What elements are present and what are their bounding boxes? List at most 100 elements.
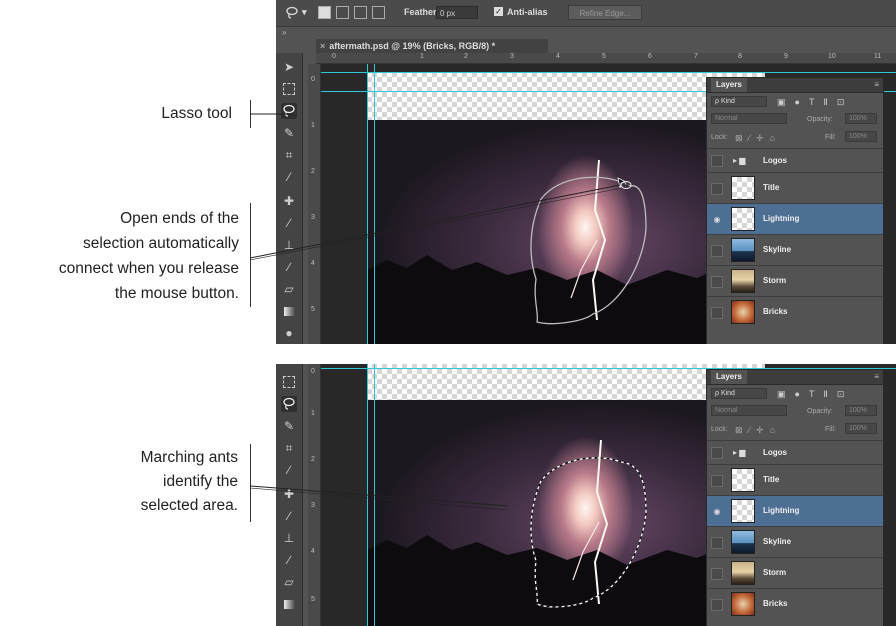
ruler-label: 4 xyxy=(311,548,315,555)
ruler-label: 4 xyxy=(556,53,560,60)
add-to-selection-icon[interactable] xyxy=(336,6,349,19)
opacity-input[interactable]: 100% xyxy=(845,405,877,416)
layer-row-title[interactable]: Title xyxy=(707,172,883,203)
lasso-tool-icon[interactable] xyxy=(281,396,297,412)
folder-icon: ▸ ▆ xyxy=(733,156,746,165)
quick-selection-tool-icon[interactable]: ✎ xyxy=(281,125,297,141)
ruler-label: 0 xyxy=(311,76,315,83)
layer-thumbnail xyxy=(731,592,755,616)
kind-filter-dropdown[interactable]: ρ Kind xyxy=(711,388,767,399)
lock-icons: ⊠∕✛⌂ xyxy=(735,425,782,435)
eye-icon[interactable]: ◉ xyxy=(711,214,723,226)
healing-brush-tool-icon[interactable]: ✚ xyxy=(281,193,297,209)
panel-menu-icon[interactable]: ≡ xyxy=(874,372,879,381)
visibility-toggle[interactable] xyxy=(711,307,723,319)
history-brush-tool-icon[interactable]: ∕ xyxy=(281,259,297,275)
refine-edge-button[interactable]: Refine Edge... xyxy=(568,5,642,20)
eraser-tool-icon[interactable]: ▱ xyxy=(281,574,297,590)
layer-row-logos[interactable]: ▸ ▆ Logos xyxy=(707,148,883,172)
subtract-from-selection-icon[interactable] xyxy=(354,6,367,19)
close-icon[interactable]: × xyxy=(320,41,325,51)
lock-icons: ⊠∕✛⌂ xyxy=(735,133,782,143)
ruler-label: 2 xyxy=(464,53,468,60)
ruler-label: 7 xyxy=(694,53,698,60)
fill-label: Fill: xyxy=(825,134,836,141)
panel-collapse-icon[interactable]: » xyxy=(282,28,286,37)
crop-tool-icon[interactable]: ⌗ xyxy=(281,440,297,456)
visibility-toggle[interactable] xyxy=(711,537,723,549)
marquee-tool-icon[interactable] xyxy=(281,81,297,97)
blur-tool-icon[interactable]: ● xyxy=(281,325,297,341)
crop-tool-icon[interactable]: ⌗ xyxy=(281,147,297,163)
eraser-tool-icon[interactable]: ▱ xyxy=(281,281,297,297)
feather-input[interactable]: 0 px xyxy=(436,6,478,19)
visibility-toggle[interactable] xyxy=(711,245,723,257)
layer-row-logos[interactable]: ▸ ▆ Logos xyxy=(707,440,883,464)
filter-icons: ▣●TⅡ⊡ xyxy=(777,389,854,399)
visibility-toggle[interactable] xyxy=(711,276,723,288)
kind-filter-dropdown[interactable]: ρ Kind xyxy=(711,96,767,107)
blend-mode-dropdown[interactable]: Normal xyxy=(711,113,787,124)
ruler-label: 6 xyxy=(648,53,652,60)
layer-name: Logos xyxy=(763,156,787,165)
clone-stamp-tool-icon[interactable]: ⊥ xyxy=(281,237,297,253)
visibility-toggle[interactable] xyxy=(711,475,723,487)
layer-row-title[interactable]: Title xyxy=(707,464,883,495)
move-tool-icon[interactable]: ➤ xyxy=(281,59,297,75)
layer-row-skyline[interactable]: Skyline xyxy=(707,234,883,265)
callout-line: the mouse button. xyxy=(114,285,239,302)
layer-name: Lightning xyxy=(763,506,800,515)
document-tab[interactable]: × aftermath.psd @ 19% (Bricks, RGB/8) * xyxy=(316,39,548,53)
dropdown-arrow-icon[interactable]: ▾ xyxy=(302,7,307,18)
panel-menu-icon[interactable]: ≡ xyxy=(874,80,879,89)
layer-row-bricks[interactable]: Bricks xyxy=(707,588,883,619)
layer-row-lightning[interactable]: ◉ Lightning xyxy=(707,495,883,526)
vertical-ruler: 0 1 2 3 4 5 xyxy=(308,64,321,344)
intersect-selection-icon[interactable] xyxy=(372,6,385,19)
lasso-tool-callout: Lasso tool xyxy=(60,104,232,124)
fill-input[interactable]: 100% xyxy=(845,131,877,142)
ruler-label: 3 xyxy=(510,53,514,60)
eye-icon[interactable]: ◉ xyxy=(711,506,723,518)
visibility-toggle[interactable] xyxy=(711,183,723,195)
layers-panel: Layers ≡ ρ Kind ▣●TⅡ⊡ Normal Opacity: 10… xyxy=(706,369,884,626)
anti-alias-label: Anti-alias xyxy=(507,7,548,17)
open-ends-callout: Open ends of the selection automatically… xyxy=(0,206,239,306)
lasso-preset-icon[interactable] xyxy=(284,5,300,21)
visibility-toggle[interactable] xyxy=(711,599,723,611)
marquee-tool-icon[interactable] xyxy=(281,374,297,390)
photoshop-window-top: ▾ Feather: 0 px ✓ Anti-alias Refine Edge… xyxy=(276,0,896,344)
layer-row-skyline[interactable]: Skyline xyxy=(707,526,883,557)
visibility-toggle[interactable] xyxy=(711,447,723,459)
horizontal-ruler: 0 1 2 3 4 5 6 7 8 9 10 11 xyxy=(316,53,896,64)
ruler-label: 2 xyxy=(311,456,315,463)
eyedropper-tool-icon[interactable]: ⁄ xyxy=(281,169,297,185)
layer-row-bricks[interactable]: Bricks xyxy=(707,296,883,327)
layer-row-storm[interactable]: Storm xyxy=(707,265,883,296)
brush-tool-icon[interactable]: ∕ xyxy=(281,508,297,524)
clone-stamp-tool-icon[interactable]: ⊥ xyxy=(281,530,297,546)
eyedropper-tool-icon[interactable]: ⁄ xyxy=(281,462,297,478)
layer-row-storm[interactable]: Storm xyxy=(707,557,883,588)
layers-tab[interactable]: Layers xyxy=(711,370,747,384)
visibility-toggle[interactable] xyxy=(711,155,723,167)
brush-tool-icon[interactable]: ∕ xyxy=(281,215,297,231)
history-brush-tool-icon[interactable]: ∕ xyxy=(281,552,297,568)
callout-bracket xyxy=(250,444,251,522)
visibility-toggle[interactable] xyxy=(711,568,723,580)
new-selection-icon[interactable] xyxy=(318,6,331,19)
layer-row-lightning[interactable]: ◉ Lightning xyxy=(707,203,883,234)
callout-line: Lasso tool xyxy=(161,105,232,122)
gradient-tool-icon[interactable] xyxy=(281,596,297,612)
layers-tab[interactable]: Layers xyxy=(711,78,747,92)
blend-mode-dropdown[interactable]: Normal xyxy=(711,405,787,416)
gradient-tool-icon[interactable] xyxy=(281,303,297,319)
opacity-input[interactable]: 100% xyxy=(845,113,877,124)
healing-brush-tool-icon[interactable]: ✚ xyxy=(281,486,297,502)
anti-alias-checkbox[interactable]: ✓ xyxy=(494,7,503,16)
layer-thumbnail xyxy=(731,207,755,231)
lasso-tool-icon[interactable] xyxy=(281,103,297,119)
quick-selection-tool-icon[interactable]: ✎ xyxy=(281,418,297,434)
fill-input[interactable]: 100% xyxy=(845,423,877,434)
vertical-ruler: 0 1 2 3 4 5 xyxy=(308,364,321,626)
